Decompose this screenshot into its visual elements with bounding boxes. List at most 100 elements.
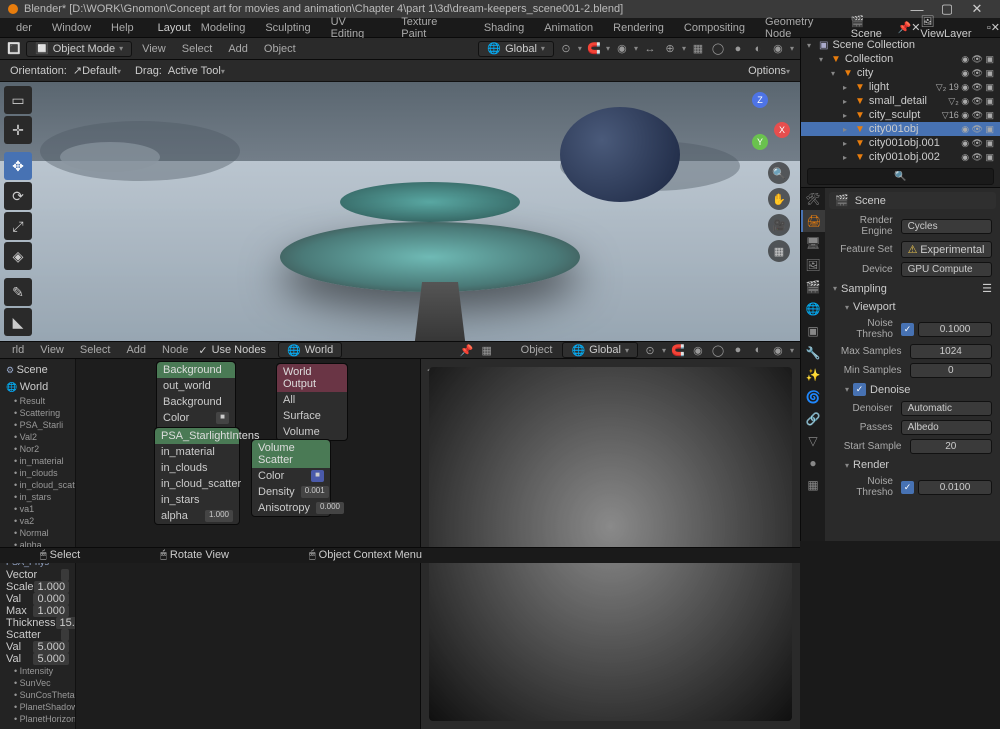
gizmo-y[interactable]: Y xyxy=(752,134,768,150)
shading-rendered-icon[interactable]: ◉ xyxy=(770,41,786,57)
section-sampling[interactable]: ▾Sampling☰ xyxy=(829,279,996,298)
denoiser-selector[interactable]: Automatic xyxy=(901,401,992,416)
outliner-row[interactable]: ▸▼small_detail▽₂ ◉ 👁 ▣ xyxy=(801,94,1000,108)
tool-orientation[interactable]: ↗Default▾ xyxy=(73,64,121,77)
outliner[interactable]: ▾▣ Scene Collection ▾▼Collection ◉ 👁 ▣▾▼… xyxy=(801,38,1000,188)
right-prop-icon[interactable]: ◉ xyxy=(690,342,706,358)
shading-matprev-icon[interactable]: ◐ xyxy=(750,41,766,57)
sidebar-output[interactable]: • PlanetShadow xyxy=(4,701,71,713)
engine-selector[interactable]: Cycles xyxy=(901,219,992,234)
sidebar-output[interactable]: • Normal xyxy=(4,527,71,539)
gizmo-x[interactable]: X xyxy=(774,122,790,138)
node-worldoutput[interactable]: World Output All Surface Volume xyxy=(276,363,348,441)
outliner-row[interactable]: ▸▼city_sculpt▽16 ◉ 👁 ▣ xyxy=(801,108,1000,122)
sidebar-value-row[interactable]: Val5.000 xyxy=(4,653,71,665)
sidebar-value-row[interactable]: Val0.000 xyxy=(4,593,71,605)
use-nodes-checkbox[interactable]: ✓ xyxy=(198,344,207,357)
scene-delete-icon[interactable]: ✕ xyxy=(911,21,920,34)
sidebar-output[interactable]: • SunCosTheta xyxy=(4,689,71,701)
pan-icon[interactable]: ✋ xyxy=(768,188,790,210)
device-selector[interactable]: GPU Compute xyxy=(901,262,992,277)
menu-render[interactable]: der xyxy=(6,20,42,36)
proptab-modifier[interactable]: 🔧 xyxy=(801,342,825,364)
sidebar-output[interactable]: • in_clouds xyxy=(4,467,71,479)
scene-selector[interactable]: 🎬 Scene xyxy=(851,15,898,40)
tab-animation[interactable]: Animation xyxy=(534,20,603,36)
outliner-row[interactable]: ▸▼light▽₂ 19 ◉ 👁 ▣ xyxy=(801,80,1000,94)
viewport-menu-select[interactable]: Select xyxy=(176,43,219,55)
node-pin-icon[interactable]: 📌 xyxy=(459,342,475,358)
proptab-material[interactable]: ● xyxy=(801,452,825,474)
outliner-search-input[interactable] xyxy=(807,168,994,185)
tool-measure[interactable]: ◣ xyxy=(4,308,32,336)
sidebar-output[interactable]: • va2 xyxy=(4,515,71,527)
outliner-search[interactable] xyxy=(807,168,994,185)
proptab-viewlayer[interactable]: 🖼 xyxy=(801,254,825,276)
outliner-row[interactable]: ▸▼city001obj.001 ◉ 👁 ▣ xyxy=(801,136,1000,150)
outliner-root[interactable]: ▾▣ Scene Collection xyxy=(801,38,1000,52)
tab-rendering[interactable]: Rendering xyxy=(603,20,674,36)
maxsamples-value[interactable]: 1024 xyxy=(910,344,993,359)
tree-scene[interactable]: ⚙ Scene xyxy=(4,363,71,377)
passes-selector[interactable]: Albedo xyxy=(901,420,992,435)
perspective-icon[interactable]: ▦ xyxy=(768,240,790,262)
orientation-selector[interactable]: 🌐Global▾ xyxy=(478,41,554,57)
node-menu-select[interactable]: Select xyxy=(74,344,117,356)
tool-annotate[interactable]: ✎ xyxy=(4,278,32,306)
right-shading1-icon[interactable]: ◯ xyxy=(710,342,726,358)
proptab-world[interactable]: 🌐 xyxy=(801,298,825,320)
sidebar-value-row[interactable]: Scale1.000 xyxy=(4,581,71,593)
xray-icon[interactable]: ▦ xyxy=(690,41,706,57)
section-render[interactable]: ▾Render xyxy=(829,456,996,474)
camera-icon[interactable]: 🎥 xyxy=(768,214,790,236)
snap-icon[interactable]: 🧲 xyxy=(586,41,602,57)
node-menu-world[interactable]: rld xyxy=(6,344,30,356)
proptab-physics[interactable]: 🌀 xyxy=(801,386,825,408)
viewport-menu-object[interactable]: Object xyxy=(258,43,302,55)
sidebar-output[interactable]: • SunVec xyxy=(4,677,71,689)
outliner-row[interactable]: ▸▼city001obj.002 ◉ 👁 ▣ xyxy=(801,150,1000,164)
proptab-particle[interactable]: ✨ xyxy=(801,364,825,386)
proptab-constraint[interactable]: 🔗 xyxy=(801,408,825,430)
viewlayer-delete-icon[interactable]: ✕ xyxy=(991,21,1000,34)
viewlayer-selector[interactable]: 🖼 ViewLayer xyxy=(920,15,986,40)
sidebar-value-row[interactable]: Thickness15.000 xyxy=(4,617,71,629)
tool-select-box[interactable]: ▭ xyxy=(4,86,32,114)
tab-compositing[interactable]: Compositing xyxy=(674,20,755,36)
sidebar-output[interactable]: • in_stars xyxy=(4,491,71,503)
world-slot[interactable]: 🌐World xyxy=(278,342,342,358)
noise2-checkbox[interactable]: ✓ xyxy=(901,481,914,494)
node-sidebar[interactable]: ⚙ Scene 🌐 World • Result• Scattering• PS… xyxy=(0,359,76,729)
proptab-texture[interactable]: ▦ xyxy=(801,474,825,496)
proptab-scene[interactable]: 🎬 xyxy=(801,276,825,298)
featureset-selector[interactable]: ⚠ Experimental xyxy=(901,241,992,258)
right-pivot-icon[interactable]: ⊙ xyxy=(642,342,658,358)
node-menu-add[interactable]: Add xyxy=(120,344,152,356)
editor-type-icon[interactable]: 🔳 xyxy=(6,41,22,57)
tool-transform[interactable]: ◈ xyxy=(4,242,32,270)
section-viewport[interactable]: ▾Viewport xyxy=(829,298,996,316)
shading-wire-icon[interactable]: ◯ xyxy=(710,41,726,57)
sidebar-output[interactable]: • in_material xyxy=(4,455,71,467)
viewport-menu-add[interactable]: Add xyxy=(222,43,254,55)
sidebar-output[interactable]: • Result xyxy=(4,395,71,407)
tool-cursor[interactable]: ✛ xyxy=(4,116,32,144)
node-menu-node[interactable]: Node xyxy=(156,344,194,356)
sidebar-output[interactable]: • in_cloud_scatter xyxy=(4,479,71,491)
sidebar-output[interactable]: • Scattering xyxy=(4,407,71,419)
menu-help[interactable]: Help xyxy=(101,20,144,36)
sidebar-value-row[interactable]: Max1.000 xyxy=(4,605,71,617)
tab-modeling[interactable]: Modeling xyxy=(191,20,256,36)
noise2-value[interactable]: 0.0100 xyxy=(918,480,992,495)
tab-shading[interactable]: Shading xyxy=(474,20,534,36)
menu-window[interactable]: Window xyxy=(42,20,101,36)
3d-viewport[interactable]: ↖ ▭ ✛ ✥ ⟳ ⤢ ◈ ✎ ◣ ⬚ Z X Y 🔍 xyxy=(0,82,800,341)
node-menu-view[interactable]: View xyxy=(34,344,70,356)
right-editor-orient[interactable]: 🌐Global▾ xyxy=(562,342,638,358)
sidebar-value-row[interactable]: Vector xyxy=(4,569,71,581)
proptab-data[interactable]: ▽ xyxy=(801,430,825,452)
proportional-icon[interactable]: ◉ xyxy=(614,41,630,57)
node-volumescatter[interactable]: Volume Scatter Color■ Density0.001 Aniso… xyxy=(251,439,331,517)
scene-pill[interactable]: 🎬Scene xyxy=(829,192,996,209)
viewport-menu-view[interactable]: View xyxy=(136,43,172,55)
